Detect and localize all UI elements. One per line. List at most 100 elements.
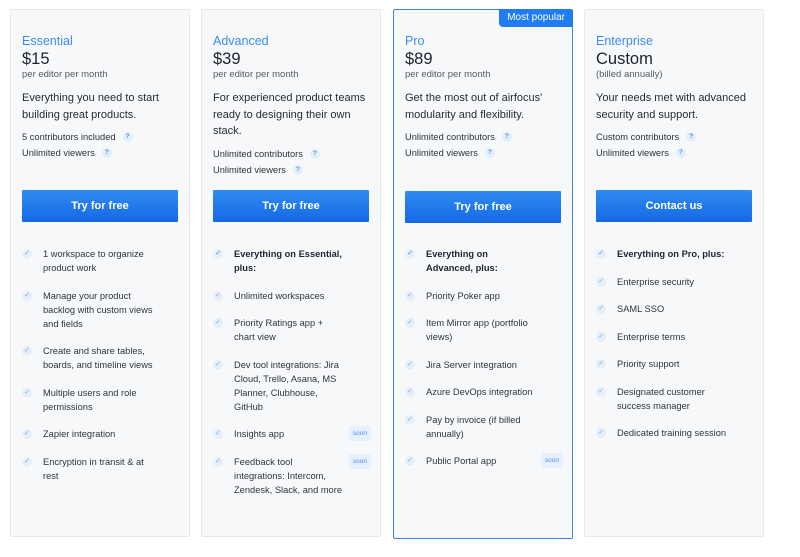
help-icon[interactable]: ? <box>484 148 495 159</box>
check-icon: ✓ <box>213 318 223 328</box>
feature-text: Zapier integration <box>43 429 116 439</box>
plan-limits: Unlimited contributors ? Unlimited viewe… <box>405 129 561 162</box>
check-icon: ✓ <box>596 428 606 438</box>
feature-text: Designated customer success manager <box>617 386 705 411</box>
limit-text: Unlimited viewers <box>213 164 286 175</box>
feature-item: ✓ 1 workspace to organize product work <box>22 247 180 275</box>
price-note: (billed annually) <box>596 69 663 80</box>
plan-description: Get the most out of airfocus' modularity… <box>405 92 543 121</box>
limit-text: Unlimited viewers <box>596 148 669 159</box>
contact-us-button[interactable]: Contact us <box>596 190 752 222</box>
feature-text: SAML SSO <box>617 304 665 314</box>
feature-text: Create and share tables, boards, and tim… <box>43 346 153 370</box>
check-icon: ✓ <box>405 456 415 466</box>
check-icon: ✓ <box>596 276 606 287</box>
feature-text: Encryption in transit & at rest <box>43 456 144 481</box>
plan-card-enterprise: Enterprise Custom (billed annually) Your ne… <box>584 9 764 537</box>
plan-limits: 5 contributors included ? Unlimited view… <box>22 129 178 162</box>
plan-name: Pro <box>405 34 425 48</box>
check-icon: ✓ <box>405 290 415 301</box>
plan-card-pro: Most popular Pro $89 per editor per month Ge… <box>393 9 573 539</box>
feature-text: Insights app <box>234 429 285 439</box>
plan-card-essential: Essential $15 per editor per month Everythi… <box>10 9 190 537</box>
check-icon: ✓ <box>596 331 606 342</box>
check-icon: ✓ <box>405 414 415 425</box>
feature-item: ✓ Designated customer success manager <box>596 385 754 413</box>
feature-item: ✓ SAML SSO <box>596 302 754 316</box>
check-icon: ✓ <box>22 290 32 301</box>
help-icon[interactable]: ? <box>501 132 512 143</box>
feature-text: 1 workspace to organize product work <box>43 249 144 273</box>
plan-name: Enterprise <box>596 34 653 48</box>
feature-text: Unlimited workspaces <box>234 290 325 301</box>
limit-text: Unlimited viewers <box>22 148 95 159</box>
feature-item: ✓ Pay by invoice (if billed annually) <box>405 413 563 441</box>
feature-text: Priority Poker app <box>426 290 500 301</box>
try-for-free-button[interactable]: Try for free <box>22 190 178 222</box>
price-note: per editor per month <box>213 69 299 80</box>
feature-item: ✓ Priority Poker app <box>405 289 563 303</box>
plan-name: Advanced <box>213 34 269 48</box>
plan-description: Your needs met with advanced security an… <box>596 92 747 121</box>
soon-badge: soon <box>348 426 371 441</box>
feature-item: ✓ Everything on Essential, plus: <box>213 247 371 275</box>
feature-text: Manage your product backlog with custom … <box>43 290 153 329</box>
feature-item: ✓ Zapier integration <box>22 427 180 441</box>
help-icon[interactable]: ? <box>292 164 303 175</box>
limit-text: Unlimited contributors <box>405 132 495 142</box>
plan-card-advanced: Advanced $39 per editor per month For exper… <box>201 9 381 537</box>
feature-text: Priority support <box>617 359 680 369</box>
feature-item: ✓ Enterprise terms <box>596 330 754 344</box>
feature-list: ✓ Everything on Essential, plus: ✓ Unlim… <box>213 247 371 510</box>
check-icon: ✓ <box>22 429 32 439</box>
feature-text: Feedback tool integrations: Intercom, Ze… <box>234 456 342 495</box>
feature-item: ✓ Priority support <box>596 357 754 371</box>
most-popular-badge: Most popular <box>499 9 573 27</box>
limit-row: Custom contributors ? <box>596 129 752 145</box>
feature-item: ✓ Jira Server integration <box>405 358 563 372</box>
limit-row: Unlimited contributors ? <box>405 129 561 145</box>
feature-item: ✓ Everything on Advanced, plus: <box>405 247 563 275</box>
check-icon: ✓ <box>213 456 223 467</box>
feature-text: Everything on Advanced, plus: <box>426 249 498 273</box>
plan-description: For experienced product teams ready to d… <box>213 92 366 137</box>
check-icon: ✓ <box>22 456 32 467</box>
feature-item: ✓ Priority Ratings app + chart view <box>213 316 371 344</box>
check-icon: ✓ <box>596 386 606 397</box>
limit-text: Custom contributors <box>596 132 680 142</box>
plan-name: Essential <box>22 34 73 48</box>
feature-text: Public Portal app <box>426 456 497 466</box>
check-icon: ✓ <box>405 318 415 328</box>
feature-text: Dev tool integrations: Jira Cloud, Trell… <box>234 359 339 412</box>
feature-item: ✓ Azure DevOps integration <box>405 385 563 399</box>
help-icon[interactable]: ? <box>309 148 320 159</box>
feature-text: Priority Ratings app + chart view <box>234 318 324 342</box>
help-icon[interactable]: ? <box>122 132 133 143</box>
limit-text: Unlimited viewers <box>405 148 478 159</box>
limit-row: Unlimited viewers ? <box>405 145 561 161</box>
soon-badge: soon <box>348 453 371 469</box>
plan-limits: Custom contributors ? Unlimited viewers … <box>596 129 752 162</box>
try-for-free-button[interactable]: Try for free <box>405 191 561 223</box>
feature-text: Jira Server integration <box>426 359 517 370</box>
feature-text: Everything on Essential, plus: <box>234 249 342 273</box>
limit-row: Unlimited viewers ? <box>213 162 369 178</box>
help-icon[interactable]: ? <box>686 132 697 143</box>
help-icon[interactable]: ? <box>675 148 686 159</box>
try-for-free-button[interactable]: Try for free <box>213 190 369 222</box>
feature-text: Item Mirror app (portfolio views) <box>426 318 528 342</box>
plan-price: $15 <box>22 50 50 68</box>
feature-text: Enterprise terms <box>617 331 686 342</box>
check-icon: ✓ <box>405 387 415 397</box>
soon-badge: soon <box>540 453 563 468</box>
feature-item: ✓ Item Mirror app (portfolio views) <box>405 316 563 344</box>
feature-text: Pay by invoice (if billed annually) <box>426 414 521 439</box>
check-icon: ✓ <box>596 359 606 369</box>
feature-item: ✓ Everything on Pro, plus: <box>596 247 754 261</box>
feature-item: ✓ Insights app soon <box>213 426 371 441</box>
plan-price: $39 <box>213 50 241 68</box>
limit-row: 5 contributors included ? <box>22 129 178 145</box>
feature-item: ✓ Multiple users and role permissions <box>22 386 180 414</box>
check-icon: ✓ <box>22 346 32 356</box>
help-icon[interactable]: ? <box>101 148 112 159</box>
